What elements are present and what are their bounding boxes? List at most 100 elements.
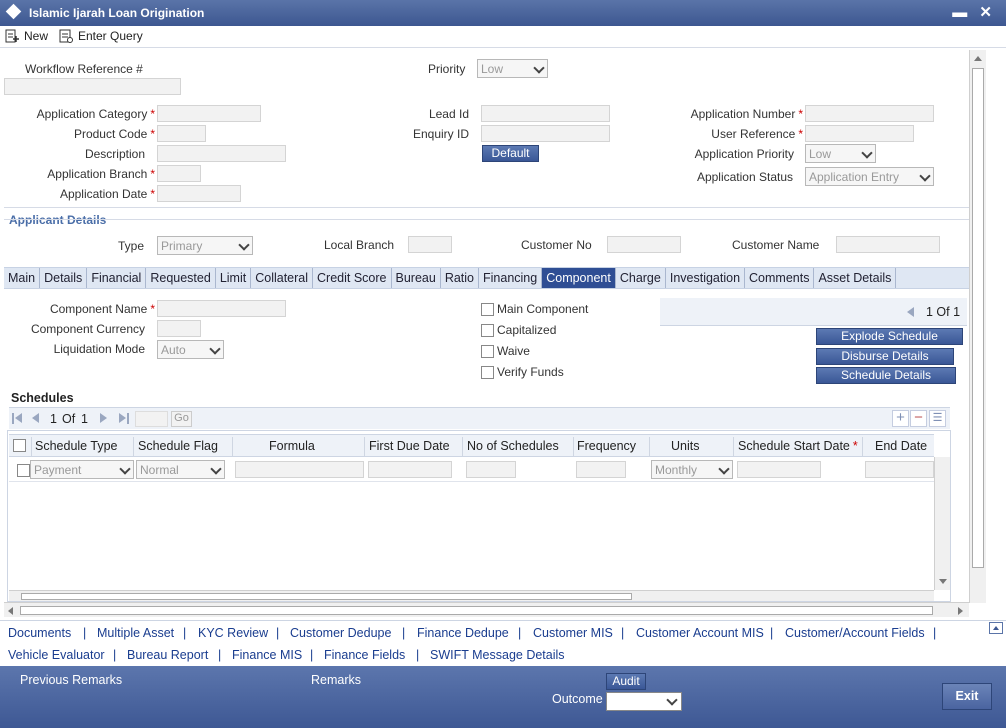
tab-financing[interactable]: Financing (479, 268, 543, 288)
description-input[interactable] (157, 145, 286, 162)
first-page-icon[interactable] (12, 413, 14, 424)
schedule-flag-select[interactable]: Normal (136, 460, 225, 479)
list-view-icon[interactable]: ☰ (929, 410, 946, 427)
first-due-date-input[interactable] (368, 461, 452, 478)
tab-component[interactable]: Component (542, 268, 616, 288)
default-button[interactable]: Default (482, 145, 539, 162)
tab-credit-score[interactable]: Credit Score (313, 268, 392, 288)
type-select[interactable]: Primary (157, 236, 253, 255)
row-checkbox[interactable] (17, 464, 30, 477)
main-component-checkbox[interactable] (481, 303, 494, 316)
scroll-up-icon[interactable] (974, 56, 982, 61)
link-customer-account-mis[interactable]: Customer Account MIS (636, 626, 764, 640)
lead-id-input[interactable] (481, 105, 610, 122)
page-hscroll-thumb[interactable] (20, 606, 933, 615)
app-category-input[interactable] (157, 105, 261, 122)
app-priority-select[interactable]: Low (805, 144, 876, 163)
link-documents[interactable]: Documents (8, 626, 71, 640)
scroll-down-icon[interactable] (939, 579, 947, 584)
new-button[interactable]: New (4, 28, 48, 44)
app-date-input[interactable] (157, 185, 241, 202)
col-end-date[interactable]: End Date (875, 439, 927, 453)
tab-ratio[interactable]: Ratio (441, 268, 480, 288)
tab-bureau[interactable]: Bureau (392, 268, 441, 288)
tab-collateral[interactable]: Collateral (251, 268, 314, 288)
link-multiple-asset[interactable]: Multiple Asset (97, 626, 174, 640)
disburse-details-button[interactable]: Disburse Details (816, 348, 954, 365)
end-date-input[interactable] (865, 461, 934, 478)
waive-checkbox[interactable] (481, 345, 494, 358)
scroll-left-icon[interactable] (8, 607, 13, 615)
tab-investigation[interactable]: Investigation (666, 268, 746, 288)
delete-row-icon[interactable]: − (910, 410, 927, 427)
link-bureau-report[interactable]: Bureau Report (127, 648, 208, 662)
explode-schedule-button[interactable]: Explode Schedule (816, 328, 963, 345)
capitalized-checkbox[interactable] (481, 324, 494, 337)
outcome-select[interactable] (606, 692, 682, 711)
workflow-ref-input[interactable] (4, 78, 181, 95)
app-branch-input[interactable] (157, 165, 201, 182)
window-controls[interactable]: ▬ ✕ (952, 3, 996, 21)
frequency-input[interactable] (576, 461, 626, 478)
customer-name-input[interactable] (836, 236, 940, 253)
units-select[interactable]: Monthly (651, 460, 733, 479)
prev-page-icon[interactable] (32, 413, 39, 423)
grid-scroll-thumb[interactable] (21, 593, 632, 600)
grid-horizontal-scrollbar[interactable] (9, 590, 934, 601)
col-units[interactable]: Units (671, 439, 699, 453)
link-finance-fields[interactable]: Finance Fields (324, 648, 405, 662)
scroll-right-icon[interactable] (958, 607, 963, 615)
page-horizontal-scrollbar[interactable] (4, 602, 969, 617)
no-of-schedules-input[interactable] (466, 461, 516, 478)
tab-details[interactable]: Details (40, 268, 88, 288)
app-number-input[interactable] (805, 105, 934, 122)
enquiry-id-input[interactable] (481, 125, 610, 142)
app-status-select[interactable]: Application Entry (805, 167, 934, 186)
prev-icon[interactable] (907, 307, 914, 317)
tab-asset-details[interactable]: Asset Details (814, 268, 897, 288)
col-schedule-type[interactable]: Schedule Type (35, 439, 117, 453)
enter-query-button[interactable]: Enter Query (58, 28, 143, 44)
schedule-details-button[interactable]: Schedule Details (816, 367, 956, 384)
col-schedule-start-date[interactable]: Schedule Start Date * (738, 439, 858, 453)
tab-financial[interactable]: Financial (87, 268, 147, 288)
link-vehicle-evaluator[interactable]: Vehicle Evaluator (8, 648, 105, 662)
col-frequency[interactable]: Frequency (577, 439, 636, 453)
schedule-type-select[interactable]: Payment (30, 460, 134, 479)
tab-limit[interactable]: Limit (216, 268, 252, 288)
last-page-icon[interactable] (119, 413, 126, 423)
customer-no-input[interactable] (607, 236, 681, 253)
exit-button[interactable]: Exit (942, 683, 992, 710)
select-all-checkbox[interactable] (13, 439, 26, 452)
link-finance-mis[interactable]: Finance MIS (232, 648, 302, 662)
liquidation-mode-select[interactable]: Auto (157, 340, 224, 359)
go-button[interactable]: Go (171, 411, 192, 427)
audit-button[interactable]: Audit (606, 673, 646, 690)
component-currency-input[interactable] (157, 320, 201, 337)
col-no-of-schedules[interactable]: No of Schedules (467, 439, 559, 453)
col-formula[interactable]: Formula (269, 439, 315, 453)
user-ref-input[interactable] (805, 125, 914, 142)
priority-select[interactable]: Low (477, 59, 548, 78)
add-row-icon[interactable]: + (892, 410, 909, 427)
page-number-input[interactable] (135, 411, 168, 427)
formula-input[interactable] (235, 461, 364, 478)
next-page-icon[interactable] (100, 413, 107, 423)
tab-comments[interactable]: Comments (745, 268, 815, 288)
product-code-input[interactable] (157, 125, 206, 142)
link-swift-message-details[interactable]: SWIFT Message Details (430, 648, 565, 662)
link-customer-dedupe[interactable]: Customer Dedupe (290, 626, 391, 640)
component-name-input[interactable] (157, 300, 286, 317)
tab-requested[interactable]: Requested (146, 268, 216, 288)
link-customer-mis[interactable]: Customer MIS (533, 626, 613, 640)
page-vertical-scrollbar[interactable] (969, 50, 986, 603)
col-schedule-flag[interactable]: Schedule Flag (138, 439, 218, 453)
tab-charge[interactable]: Charge (616, 268, 666, 288)
collapse-icon[interactable] (989, 622, 1003, 634)
page-scroll-thumb[interactable] (972, 68, 984, 568)
schedule-start-date-input[interactable] (737, 461, 821, 478)
link-finance-dedupe[interactable]: Finance Dedupe (417, 626, 509, 640)
local-branch-input[interactable] (408, 236, 452, 253)
verify-funds-checkbox[interactable] (481, 366, 494, 379)
grid-vertical-scrollbar[interactable] (934, 457, 950, 590)
